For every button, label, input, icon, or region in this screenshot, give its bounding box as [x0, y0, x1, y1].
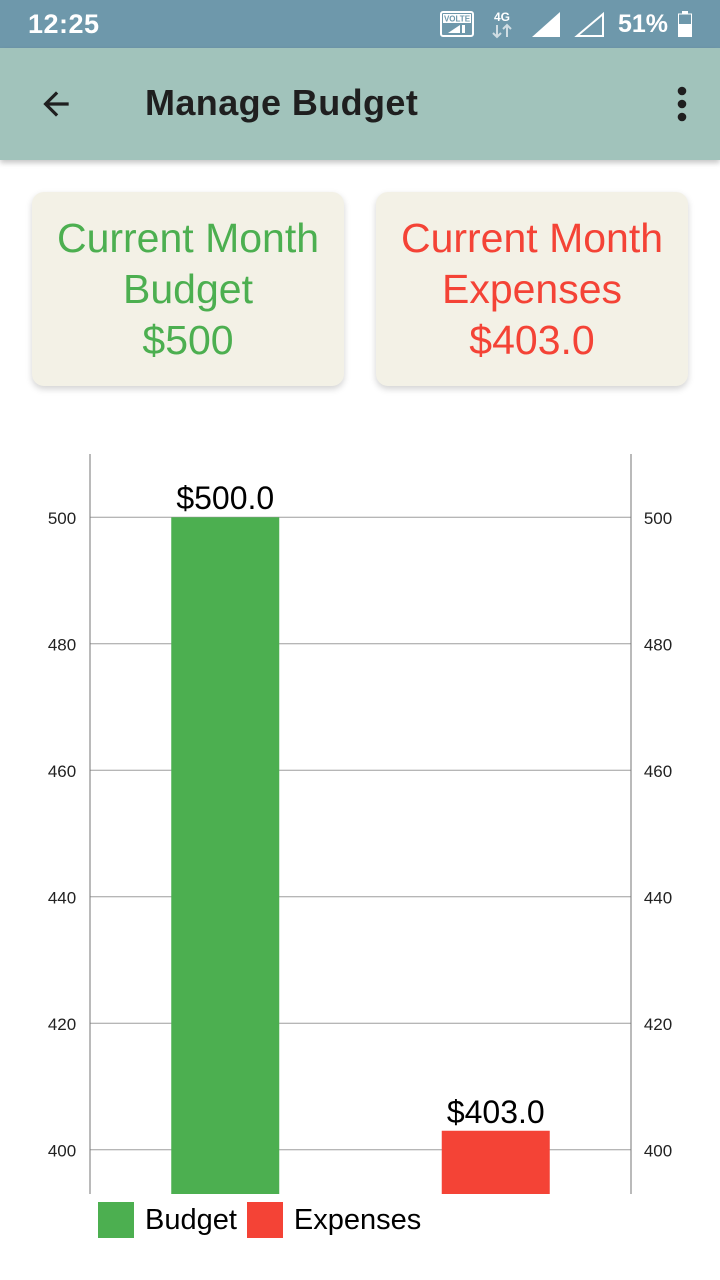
y-tick-label-right: 480: [644, 636, 672, 655]
expenses-card-line2: Expenses: [441, 265, 623, 312]
y-tick-label-right: 460: [644, 762, 672, 781]
y-tick-label-left: 500: [48, 509, 76, 528]
arrow-back-icon: [43, 91, 69, 117]
app-bar: Manage Budget: [0, 48, 720, 160]
expenses-card-line1: Current Month: [400, 214, 664, 261]
legend-swatch-expenses: [246, 1202, 283, 1238]
y-tick-label-left: 400: [48, 1142, 76, 1161]
data-label-expenses: $403.0: [447, 1094, 545, 1130]
legend-swatch-budget: [98, 1202, 134, 1238]
status-icons: VOLTE 4G 51%: [439, 0, 692, 48]
4g-data-icon: 4G: [492, 10, 512, 39]
y-tick-label-right: 420: [644, 1015, 672, 1034]
bar-chart: 400 400 420 420 440 440 460 460 480 480 500 500 $500…: [48, 454, 672, 1194]
signal-empty-icon: [574, 11, 604, 37]
network-label: 4G: [494, 10, 510, 24]
chart-legend: Budget Expenses: [98, 1200, 431, 1240]
bar-budget: [171, 517, 280, 1194]
volte-icon: VOLTE: [439, 11, 474, 37]
y-tick-label-left: 420: [48, 1015, 76, 1034]
legend-label-budget: Budget: [145, 1203, 237, 1236]
budget-card-line1: Current Month: [56, 214, 320, 261]
data-label-budget: $500.0: [176, 480, 274, 516]
more-vert-icon: [677, 86, 687, 122]
status-time: 12:25: [28, 9, 100, 39]
legend-item-expenses: Expenses: [246, 1202, 422, 1238]
y-tick-label-right: 440: [644, 889, 672, 908]
expenses-card-value: $403.0: [469, 316, 595, 363]
y-tick-label-left: 480: [48, 636, 76, 655]
y-tick-label-right: 500: [644, 509, 672, 528]
y-tick-label-left: 460: [48, 762, 76, 781]
signal-full-icon: [531, 12, 560, 37]
legend-label-expenses: Expenses: [293, 1203, 422, 1236]
more-options-button[interactable]: [664, 76, 700, 132]
back-button[interactable]: [20, 68, 92, 140]
volte-label: VOLTE: [444, 15, 471, 24]
legend-item-budget: Budget: [98, 1202, 237, 1238]
current-month-budget-card: Current Month Budget $500: [32, 192, 344, 386]
current-month-expenses-card: Current Month Expenses $403.0: [376, 192, 688, 386]
page-title: Manage Budget: [145, 82, 419, 123]
budget-card-value: $500: [142, 316, 234, 363]
y-tick-label-right: 400: [644, 1142, 672, 1161]
status-bar: 12:25 VOLTE 4G 51%: [0, 0, 720, 48]
bar-expenses: [441, 1130, 550, 1194]
budget-vs-expenses-chart: 400 400 420 420 440 440 460 460 480 480 500 500 $500…: [0, 440, 720, 1240]
battery-icon: [678, 11, 692, 37]
y-tick-label-left: 440: [48, 889, 76, 908]
battery-percent: 51%: [617, 9, 668, 38]
budget-card-line2: Budget: [123, 265, 253, 312]
